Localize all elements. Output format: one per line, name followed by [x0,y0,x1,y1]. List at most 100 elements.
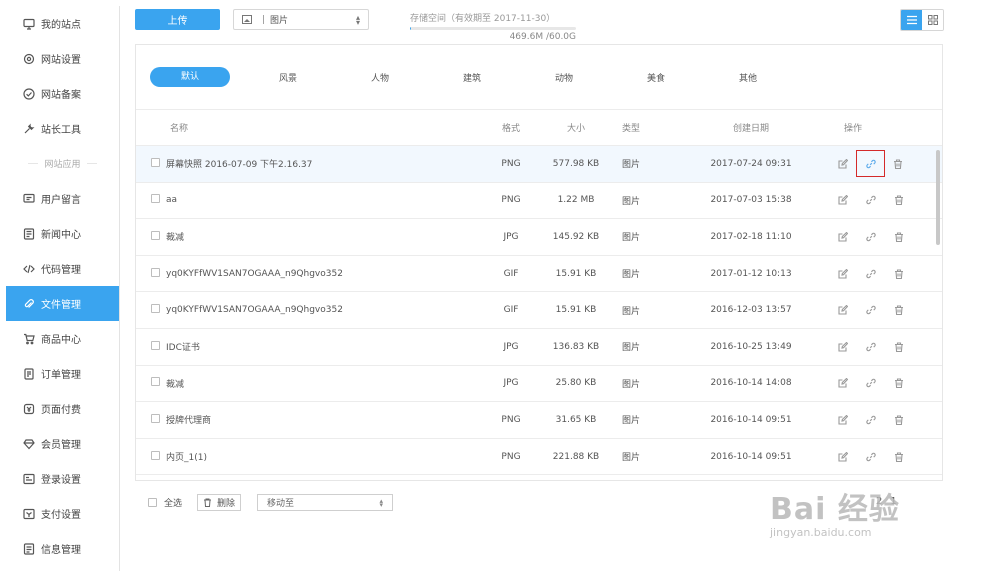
table-row[interactable]: IDC证书 JPG 136.83 KB 图片 2016-10-25 13:49 [136,329,942,366]
tab-people[interactable]: 人物 [334,71,426,84]
sidebar-item-login-settings[interactable]: 登录设置 [6,461,119,496]
trash-icon[interactable] [892,267,906,281]
trash-icon[interactable] [892,230,906,244]
tab-other[interactable]: 其他 [702,71,794,84]
row-checkbox[interactable] [151,304,160,314]
trash-icon[interactable] [892,376,906,390]
trash-icon[interactable] [892,193,906,207]
grid-view-button[interactable] [922,10,943,30]
table-row[interactable]: 裁减 JPG 145.92 KB 图片 2017-02-18 11:10 [136,219,942,256]
row-checkbox[interactable] [151,267,160,277]
edit-icon[interactable] [836,157,850,171]
sidebar-item-code[interactable]: 代码管理 [6,251,119,286]
upload-button[interactable]: 上传 [135,9,220,30]
sidebar-item-members[interactable]: 会员管理 [6,426,119,461]
row-checkbox[interactable] [151,340,160,350]
file-date: 2017-01-12 10:13 [710,268,792,279]
file-type-select[interactable]: | 图片 ▴ ▾ [233,9,369,30]
info-icon [23,542,35,555]
sidebar-item-messages[interactable]: 用户留言 [6,181,119,216]
link-icon[interactable] [864,376,878,390]
row-checkbox[interactable] [151,230,160,240]
file-name: aa [166,195,178,206]
link-icon[interactable] [864,303,878,317]
table-row[interactable]: 屏幕快照 2016-07-09 下午2.16.37 PNG 577.98 KB 图片 2… [136,146,942,183]
row-checkbox[interactable] [151,194,160,204]
trash-icon[interactable] [892,450,906,464]
link-icon[interactable] [864,340,878,354]
file-table-body: 屏幕快照 2016-07-09 下午2.16.37 PNG 577.98 KB 图片 2… [136,146,942,476]
row-actions [836,340,926,354]
file-type: 图片 [622,160,641,171]
tab-animals[interactable]: 动物 [518,71,610,84]
table-row[interactable]: 内页_1(1) PNG 221.88 KB 图片 2016-10-14 09:51 [136,439,942,476]
table-row[interactable]: 裁减 JPG 25.80 KB 图片 2016-10-14 14:08 [136,366,942,403]
sidebar-item-site-filing[interactable]: 网站备案 [6,76,119,111]
sidebar-item-label: 会员管理 [41,440,81,451]
table-row[interactable]: 授牌代理商 PNG 31.65 KB 图片 2016-10-14 09:51 [136,402,942,439]
row-checkbox[interactable] [151,413,160,423]
table-row[interactable]: yq0KYFfWV1SAN7OGAAA_n9Qhgvo352 GIF 15.91 K… [136,292,942,329]
table-row[interactable]: aa PNG 1.22 MB 图片 2017-07-03 15:38 [136,183,942,220]
link-icon[interactable] [864,193,878,207]
link-icon[interactable] [856,150,885,178]
file-name: 内页_1(1) [166,453,207,464]
list-view-button[interactable] [901,10,922,30]
sidebar-item-orders[interactable]: 订单管理 [6,356,119,391]
diamond-icon [23,438,35,450]
tab-food[interactable]: 美食 [610,71,702,84]
sidebar-item-site-settings[interactable]: 网站设置 [6,41,119,76]
file-type: 图片 [622,453,641,464]
edit-icon[interactable] [836,267,850,281]
trash-icon[interactable] [892,340,906,354]
edit-icon[interactable] [836,413,850,427]
code-icon [23,263,35,275]
sidebar-item-page-payment[interactable]: 页面付费 [6,391,119,426]
row-checkbox[interactable] [151,450,160,460]
sidebar-item-news[interactable]: 新闻中心 [6,216,119,251]
edit-icon[interactable] [836,376,850,390]
edit-icon[interactable] [836,303,850,317]
sidebar-item-label: 订单管理 [41,370,81,381]
storage-label: 存储空间（有效期至 2017-11-30） [410,14,556,24]
move-to-select[interactable]: 移动至 ▴ ▾ [257,494,394,511]
sidebar-item-label: 文件管理 [41,300,81,311]
tab-scenery[interactable]: 风景 [242,71,334,84]
trash-icon[interactable] [892,303,906,317]
edit-icon[interactable] [836,340,850,354]
monitor-icon [23,18,35,30]
link-icon[interactable] [864,267,878,281]
table-row[interactable]: yq0KYFfWV1SAN7OGAAA_n9Qhgvo352 GIF 15.91 K… [136,256,942,293]
table-scrollbar[interactable] [936,150,940,245]
file-size: 31.65 KB [555,414,597,425]
tab-default[interactable]: 默认 [150,67,230,87]
row-checkbox[interactable] [151,377,160,387]
link-icon[interactable] [864,413,878,427]
edit-icon[interactable] [836,230,850,244]
image-icon [242,15,252,24]
row-checkbox[interactable] [151,157,160,167]
sidebar-item-file-management[interactable]: 文件管理 [6,286,119,321]
sidebar-item-products[interactable]: 商品中心 [6,321,119,356]
order-icon [23,367,35,380]
tab-architecture[interactable]: 建筑 [426,71,518,84]
trash-icon[interactable] [892,413,906,427]
sidebar-item-label: 新闻中心 [41,230,81,241]
sidebar-item-info-management[interactable]: 信息管理 [6,531,119,566]
sidebar-item-webmaster-tools[interactable]: 站长工具 [6,111,119,146]
sidebar-item-payment-settings[interactable]: 支付设置 [6,496,119,531]
link-icon[interactable] [864,230,878,244]
file-size: 145.92 KB [552,231,600,242]
delete-button[interactable]: 删除 [197,494,242,511]
file-size: 1.22 MB [557,195,595,206]
category-tabs: 默认 风景 人物 建筑 动物 美食 其他 [136,45,942,110]
trash-icon[interactable] [891,157,905,171]
file-name: 屏幕快照 2016-07-09 下午2.16.37 [166,160,313,171]
edit-icon[interactable] [836,450,850,464]
watermark-main: Bai 经验 [770,492,900,527]
sidebar-item-my-site[interactable]: 我的站点 [6,6,119,41]
select-all-checkbox[interactable] [148,498,157,507]
check-circle-icon [23,87,35,100]
edit-icon[interactable] [836,193,850,207]
link-icon[interactable] [864,450,878,464]
